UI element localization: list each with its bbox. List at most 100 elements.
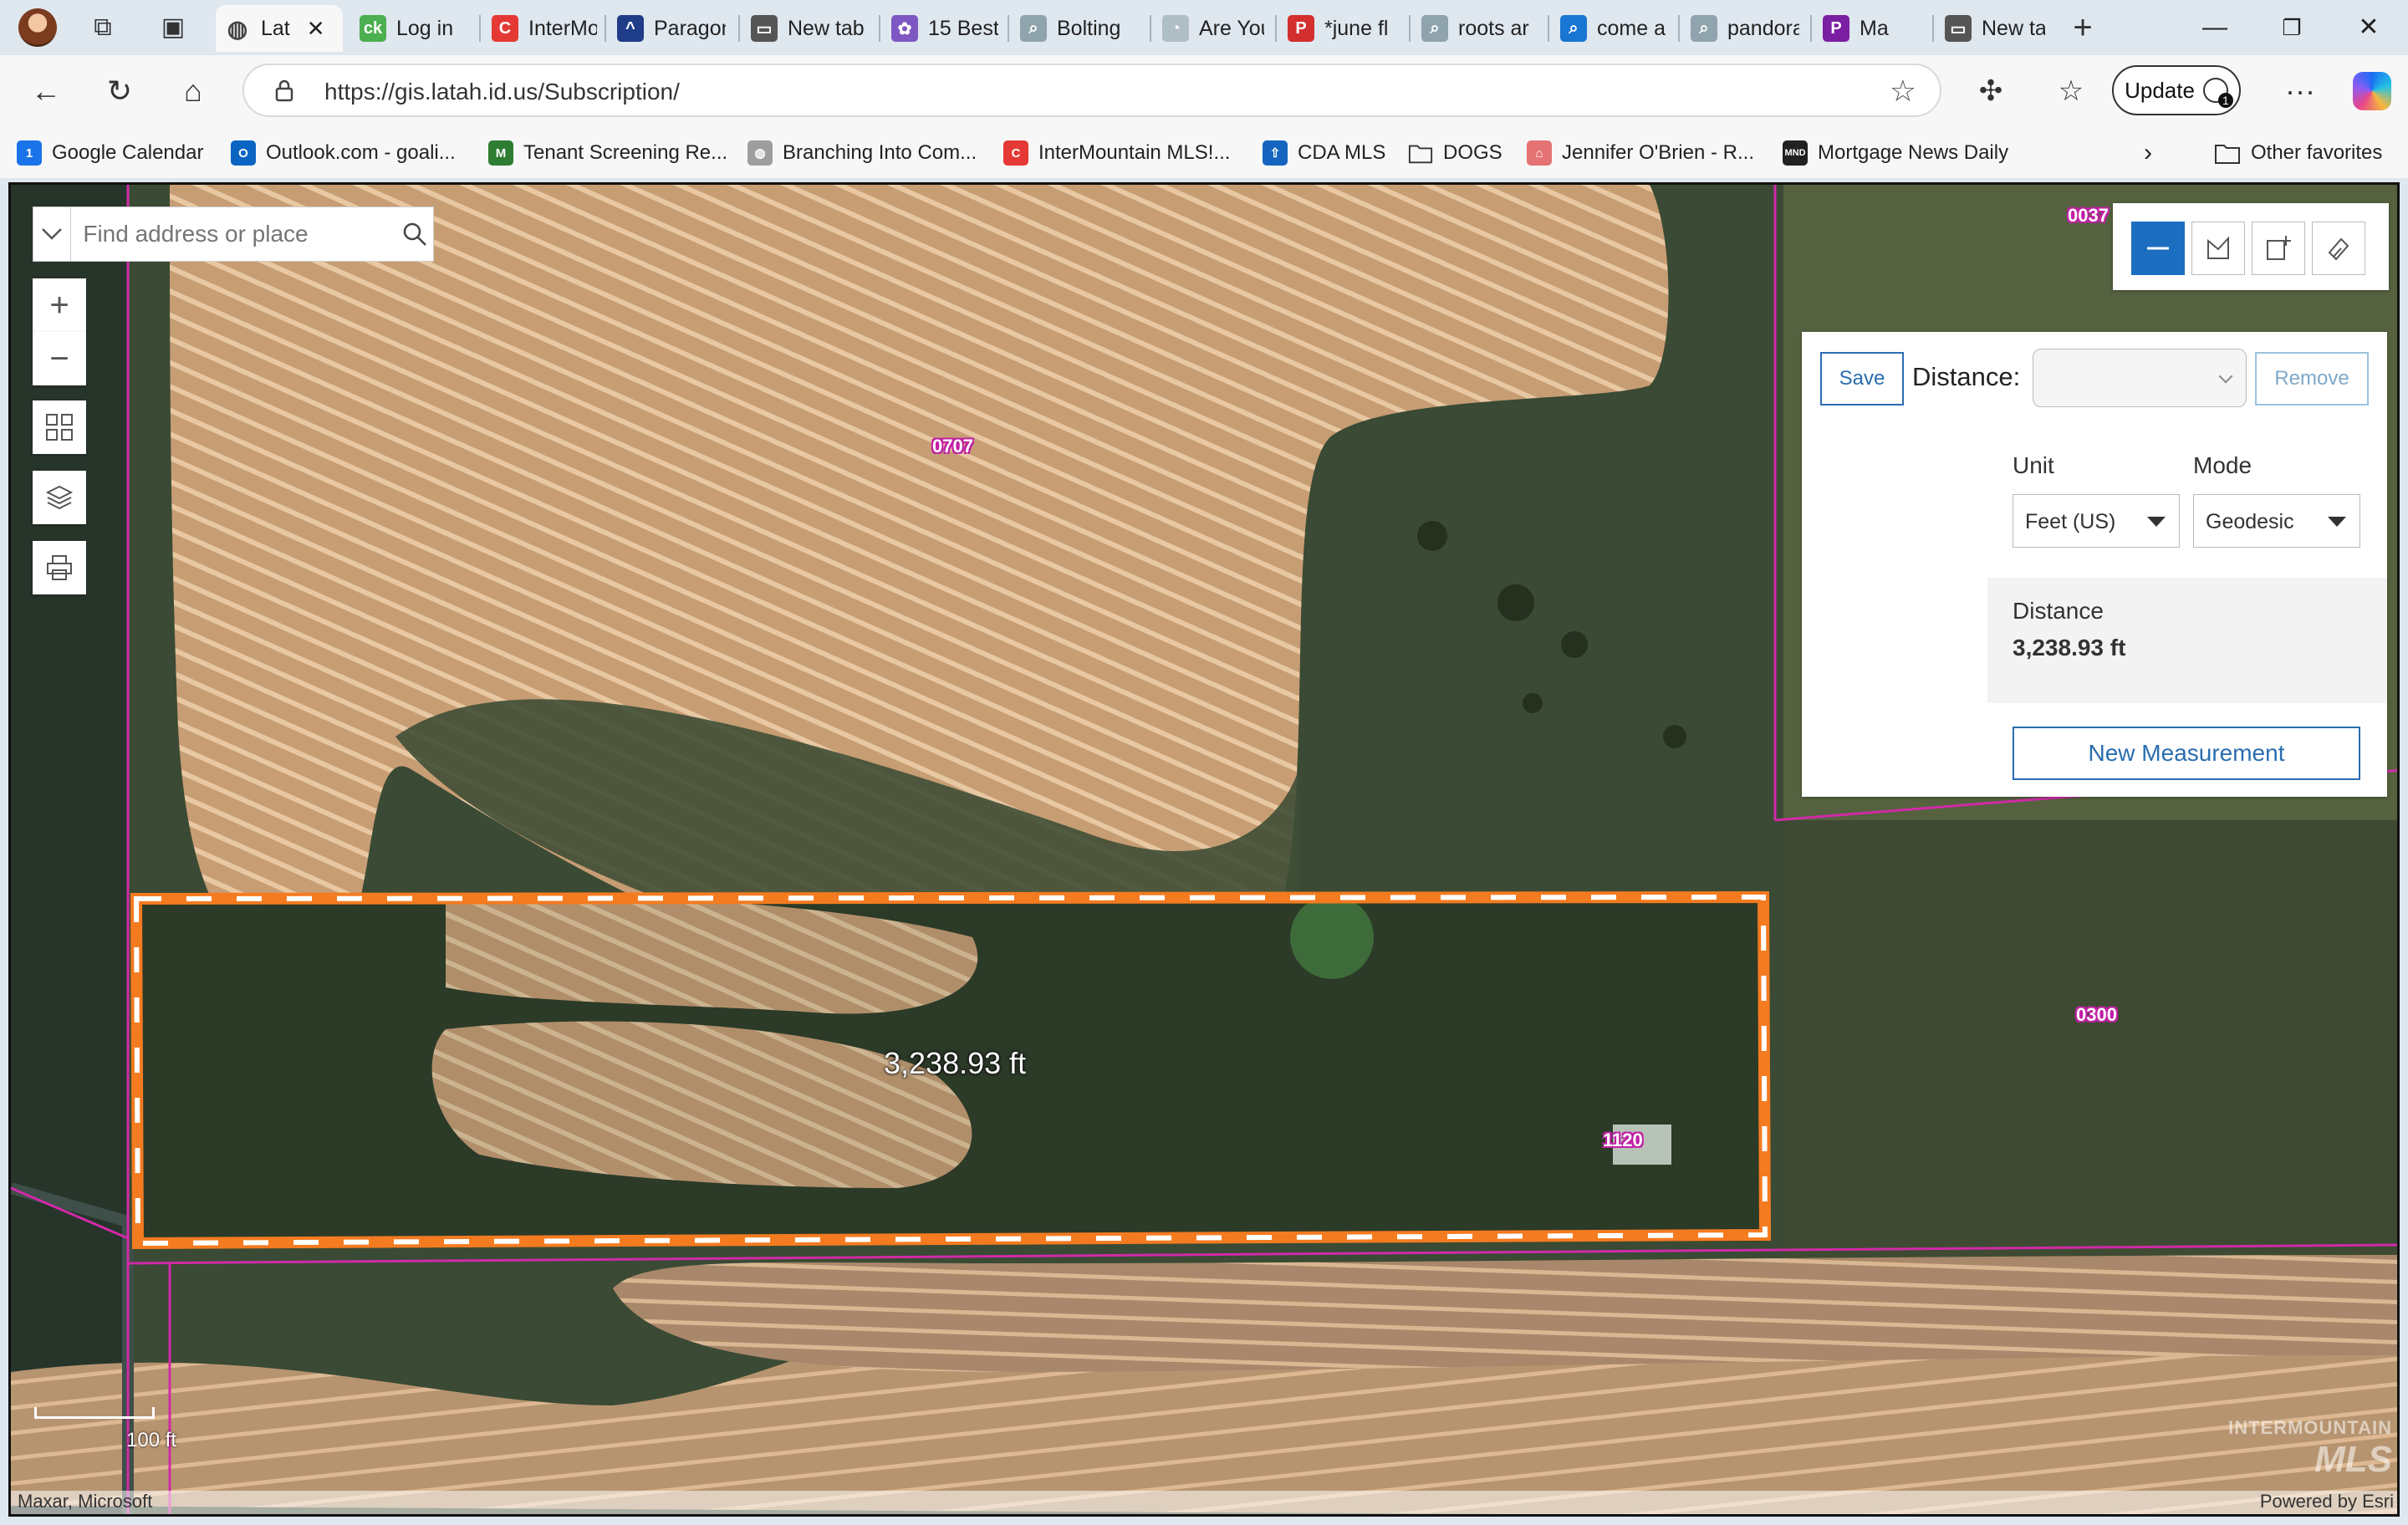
unit-select[interactable]: Feet (US) bbox=[2013, 494, 2180, 548]
clear-tool-button[interactable] bbox=[2312, 222, 2365, 275]
profile-avatar[interactable] bbox=[18, 8, 57, 47]
favorite-item[interactable]: MND Mortgage News Daily bbox=[1783, 137, 2008, 169]
powered-by-esri[interactable]: Powered by Esri bbox=[2260, 1491, 2394, 1512]
favorite-item[interactable]: ⌂ Jennifer O'Brien - R... bbox=[1527, 137, 1754, 169]
favorite-item[interactable]: O Outlook.com - goali... bbox=[231, 137, 456, 169]
tab-strip: ⧉ ▣ ◍ Lat ✕ ck Log in C InterMo ^ Paragon ▭ New… bbox=[0, 0, 2408, 55]
favorite-favicon-icon: ⌂ bbox=[1527, 140, 1552, 166]
new-tab-icon[interactable]: + bbox=[2067, 11, 2099, 44]
tab-favicon-icon: ✿ bbox=[891, 15, 918, 42]
favorites-bar: 1 Google Calendar O Outlook.com - goali... M… bbox=[0, 127, 2408, 179]
favorite-item[interactable]: ◍ Branching Into Com... bbox=[747, 137, 977, 169]
favorite-star-icon[interactable]: ☆ bbox=[1890, 74, 1916, 109]
add-point-icon bbox=[2267, 236, 2291, 260]
favorite-favicon-icon: ⇧ bbox=[1263, 140, 1288, 166]
distance-select[interactable] bbox=[2033, 349, 2247, 407]
tab-separator bbox=[879, 15, 880, 42]
browser-tab[interactable]: ⌕ roots ar bbox=[1413, 5, 1543, 52]
search-widget bbox=[33, 207, 434, 262]
browser-tab[interactable]: ⌕ pandora bbox=[1682, 5, 1808, 52]
map-view[interactable]: 0707 0037 0300 1120 3,238.93 ft + − bbox=[8, 182, 2400, 1517]
tab-favicon-icon: ⌕ bbox=[1691, 15, 1717, 42]
favorite-item[interactable]: ⇧ CDA MLS bbox=[1263, 137, 1385, 169]
search-input[interactable] bbox=[71, 207, 397, 261]
tab-favicon-icon: P bbox=[1823, 15, 1849, 42]
update-button[interactable]: Update bbox=[2112, 65, 2241, 115]
caret-down-icon bbox=[2147, 517, 2166, 527]
close-window-button[interactable]: ✕ bbox=[2331, 7, 2406, 48]
attribution-bar: Maxar, Microsoft Powered by Esri bbox=[11, 1491, 2397, 1514]
extensions-icon[interactable]: ✣ bbox=[1970, 70, 2012, 112]
print-button[interactable] bbox=[33, 541, 86, 594]
unit-header: Unit bbox=[2013, 452, 2054, 478]
remove-button[interactable]: Remove bbox=[2255, 352, 2369, 405]
result-label: Distance bbox=[2013, 598, 2104, 624]
home-button[interactable]: ⌂ bbox=[172, 70, 214, 112]
mode-select[interactable]: Geodesic bbox=[2193, 494, 2360, 548]
browser-tab[interactable]: ^ Paragon bbox=[609, 5, 734, 52]
measurement-label: 3,238.93 ft bbox=[884, 1046, 1027, 1080]
restore-button[interactable]: ❐ bbox=[2254, 7, 2329, 48]
browser-tab[interactable]: ▭New tab bbox=[742, 5, 876, 52]
browser-tab[interactable]: ✿ 15 Best bbox=[883, 5, 1007, 52]
search-button[interactable] bbox=[396, 207, 433, 261]
attribution-source: Maxar, Microsoft bbox=[18, 1491, 153, 1512]
tab-favicon-icon: C bbox=[492, 15, 518, 42]
parcel-label: 0037 bbox=[2068, 205, 2109, 226]
tab-active[interactable]: ◍ Lat ✕ bbox=[216, 5, 343, 52]
close-tab-icon[interactable]: ✕ bbox=[307, 16, 325, 42]
workspaces-icon[interactable]: ⧉ bbox=[87, 12, 119, 43]
tab-separator bbox=[738, 15, 740, 42]
eraser-icon bbox=[2328, 237, 2349, 261]
browser-tab[interactable]: C InterMo bbox=[483, 5, 605, 52]
tab-favicon-icon: ^ bbox=[617, 15, 644, 42]
basemap-gallery-button[interactable] bbox=[33, 400, 86, 454]
more-menu-icon[interactable]: ··· bbox=[2279, 70, 2321, 112]
favorite-item[interactable]: 1 Google Calendar bbox=[17, 137, 203, 169]
measure-settings: Unit Mode Feet (US) Geodesic Distance 3,… bbox=[1987, 422, 2387, 797]
tab-separator bbox=[1548, 15, 1549, 42]
browser-tab[interactable]: P *june fl bbox=[1279, 5, 1405, 52]
area-tool-button[interactable] bbox=[2191, 222, 2245, 275]
search-source-dropdown[interactable] bbox=[33, 207, 72, 261]
minimize-button[interactable]: — bbox=[2177, 7, 2252, 48]
browser-tab[interactable]: ck Log in bbox=[351, 5, 475, 52]
layer-list-button[interactable] bbox=[33, 471, 86, 524]
save-button[interactable]: Save bbox=[1820, 352, 1904, 405]
favorites-icon[interactable]: ☆ bbox=[2050, 70, 2092, 112]
lock-icon[interactable] bbox=[274, 79, 294, 102]
browser-tab[interactable]: ▭New tab bbox=[1936, 5, 2053, 52]
print-icon bbox=[47, 555, 72, 580]
favorite-item[interactable]: DOGS bbox=[1408, 137, 1502, 169]
parcel-label: 0300 bbox=[2076, 1004, 2117, 1025]
other-favorites[interactable]: Other favorites bbox=[2214, 137, 2382, 169]
zoom-out-button[interactable]: − bbox=[33, 332, 86, 385]
back-button[interactable]: ← bbox=[25, 70, 67, 112]
tab-favicon-icon: ▭ bbox=[1945, 15, 1972, 42]
favorite-favicon-icon: 1 bbox=[17, 140, 42, 166]
favorites-overflow-chevron-icon[interactable]: › bbox=[2144, 137, 2152, 169]
browser-tab[interactable]: P Ma bbox=[1814, 5, 1930, 52]
scale-label: 100 ft bbox=[126, 1429, 177, 1451]
favorite-item[interactable]: M Tenant Screening Re... bbox=[488, 137, 727, 169]
distance-tool-button[interactable] bbox=[2131, 222, 2185, 275]
favorite-item[interactable]: C InterMountain MLS!... bbox=[1003, 137, 1230, 169]
tab-favicon-icon: ⌕ bbox=[1020, 15, 1047, 42]
zoom-in-button[interactable]: + bbox=[33, 278, 86, 332]
folder-icon bbox=[2215, 145, 2240, 164]
tab-separator bbox=[1678, 15, 1680, 42]
location-tool-button[interactable] bbox=[2252, 222, 2305, 275]
new-measurement-button[interactable]: New Measurement bbox=[2013, 727, 2360, 780]
favorite-favicon-icon: M bbox=[488, 140, 513, 166]
browser-tab[interactable]: ⌕ come a bbox=[1552, 5, 1676, 52]
tab-separator bbox=[1275, 15, 1277, 42]
refresh-button[interactable]: ↻ bbox=[99, 70, 140, 112]
tab-separator bbox=[1150, 15, 1151, 42]
address-bar[interactable]: https://gis.latah.id.us/Subscription/ ☆ bbox=[242, 64, 1941, 117]
measurement-result: Distance 3,238.93 ft bbox=[1987, 578, 2387, 703]
copilot-icon[interactable] bbox=[2353, 72, 2391, 110]
browser-tab[interactable]: ⌕ Bolting bbox=[1012, 5, 1145, 52]
url-text[interactable]: https://gis.latah.id.us/Subscription/ bbox=[324, 79, 680, 105]
browser-tab[interactable]: ◔Are You bbox=[1154, 5, 1273, 52]
vertical-tabs-icon[interactable]: ▣ bbox=[157, 12, 189, 43]
